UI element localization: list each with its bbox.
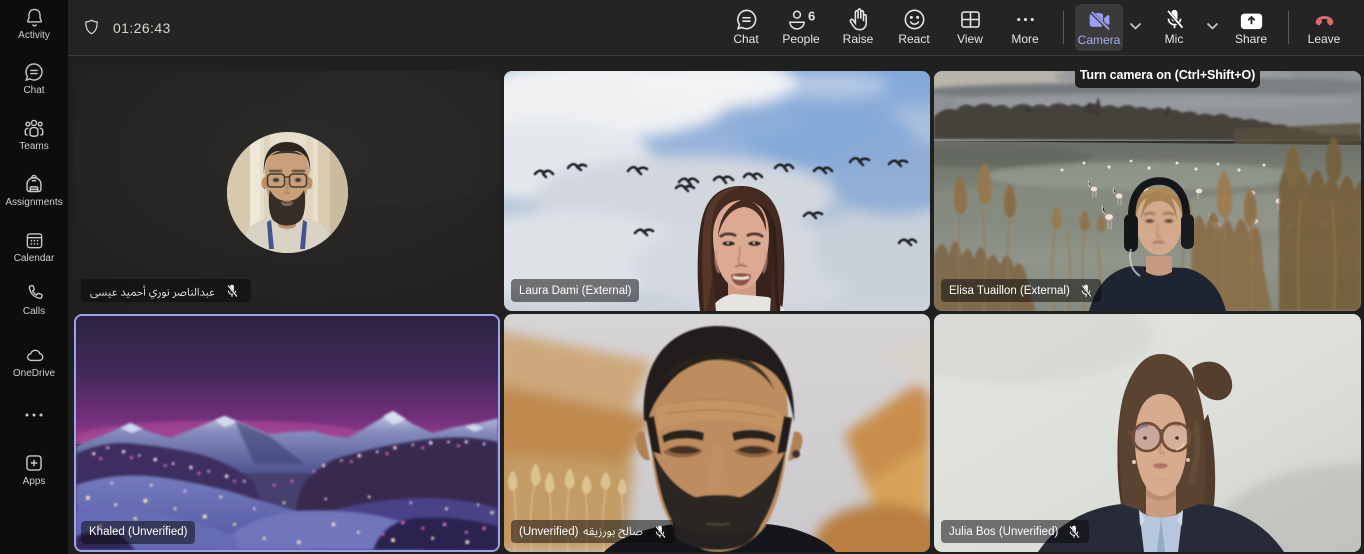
svg-text:6: 6	[808, 9, 815, 24]
